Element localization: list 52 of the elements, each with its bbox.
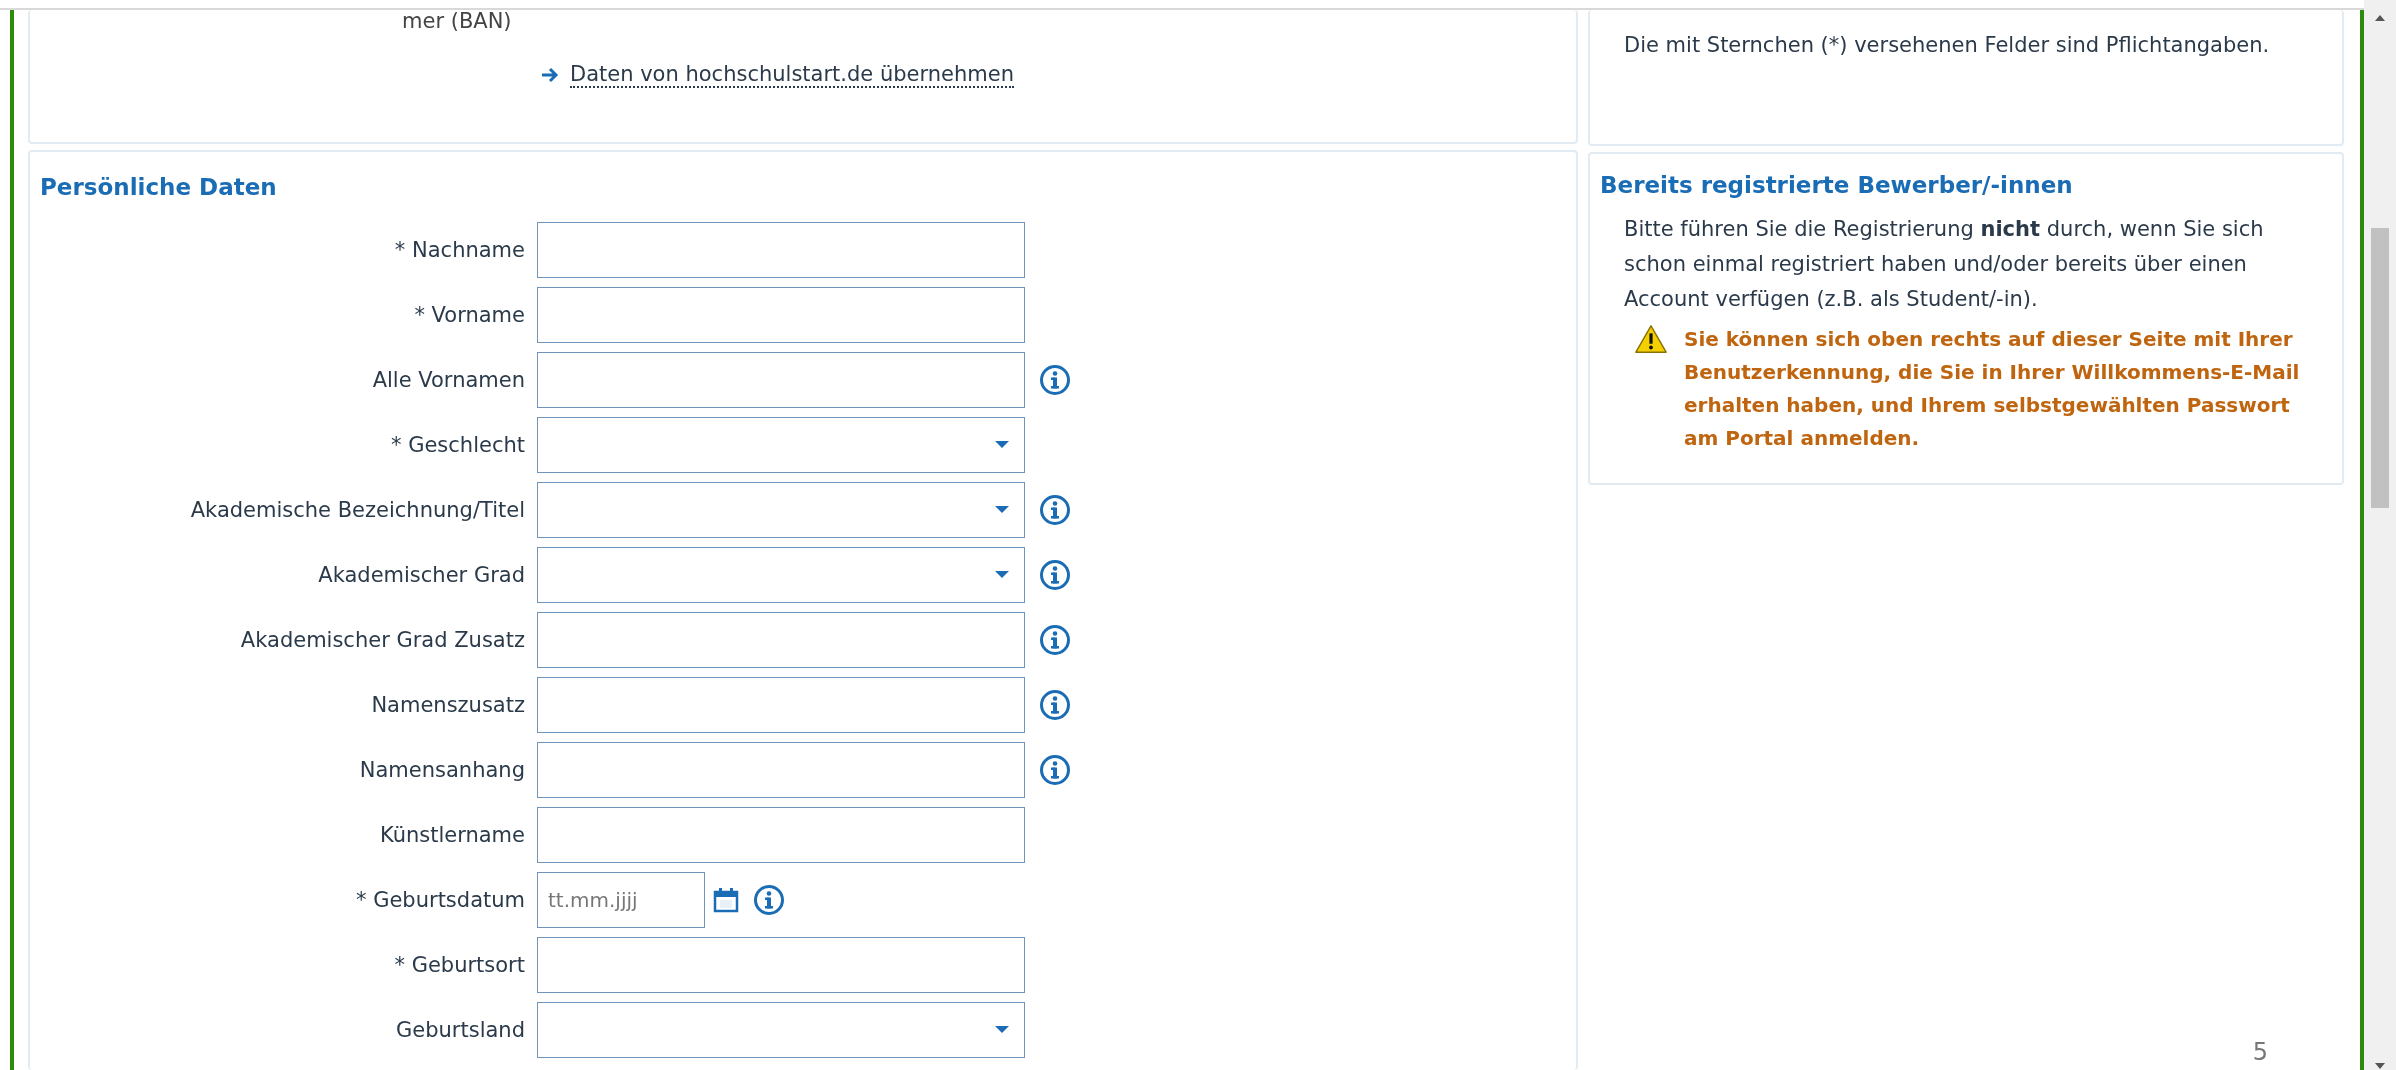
scrollbar-thumb[interactable] — [2371, 228, 2389, 508]
dropdown[interactable] — [537, 417, 1025, 473]
date-input[interactable]: tt.mm.jjjj — [537, 872, 705, 928]
caret-icon — [994, 505, 1010, 515]
text-input[interactable] — [537, 807, 1025, 863]
info-paragraph: Bitte führen Sie die Registrierung nicht durch, wenn Sie sich schon einmal registriert haben und/oder bereits über einen Account verfügen (z.B. als Student/-in). — [1623, 216, 2265, 313]
field-label: mer (BAN) — [401, 10, 513, 32]
info-icon[interactable] — [1039, 494, 1071, 526]
dropdown[interactable] — [537, 482, 1025, 538]
scroll-up-icon[interactable] — [2374, 14, 2386, 22]
field-label: Akademischer Grad Zusatz — [239, 628, 525, 652]
field-label: Namensanhang — [358, 758, 525, 782]
field-label: Akademischer Grad — [317, 563, 525, 587]
section-title: Persönliche Daten — [40, 174, 278, 200]
field-label: * Geschlecht — [390, 433, 525, 457]
scrollbar[interactable] — [2364, 0, 2396, 1070]
field-label: * Vorname — [413, 303, 525, 327]
page-number: 5 — [2252, 1038, 2268, 1066]
field-label: Namenszusatz — [370, 693, 525, 717]
info-icon[interactable] — [1039, 754, 1071, 786]
field-label: * Geburtsdatum — [355, 888, 525, 912]
scroll-down-icon[interactable] — [2374, 1062, 2386, 1070]
text-input[interactable] — [537, 287, 1025, 343]
text-input[interactable] — [537, 677, 1025, 733]
text-input[interactable] — [537, 222, 1025, 278]
field-label: * Geburtsort — [393, 953, 525, 977]
dropdown[interactable] — [537, 547, 1025, 603]
info-icon[interactable] — [1039, 689, 1071, 721]
dropdown[interactable] — [537, 1002, 1025, 1058]
field-label: Geburtsland — [395, 1018, 525, 1042]
field-label: Akademische Bezeichnung/Titel — [189, 498, 525, 522]
info-icon[interactable] — [1039, 624, 1071, 656]
caret-icon — [994, 1025, 1010, 1035]
calendar-icon[interactable] — [713, 887, 739, 913]
import-data-link[interactable]: Daten von hochschulstart.de übernehmen — [570, 62, 1014, 88]
info-icon[interactable] — [1039, 559, 1071, 591]
section-title: Bereits registrierte Bewerber/-innen — [1600, 172, 2074, 198]
caret-icon — [994, 440, 1010, 450]
caret-icon — [994, 570, 1010, 580]
info-icon[interactable] — [753, 884, 785, 916]
warning-text: Sie können sich oben rechts auf dieser Seite mit Ihrer Benutzerkennung, die Sie in Ihrer Willkommens-E-Mail erhalten haben, und Ihrem selbstgewählten Passwort am Portal anmelden. — [1684, 326, 2301, 452]
text-input[interactable] — [537, 352, 1025, 408]
text-input[interactable] — [537, 742, 1025, 798]
info-icon[interactable] — [1039, 364, 1071, 396]
arrow-right-icon — [540, 65, 560, 85]
notice-text: Die mit Sternchen (*) versehenen Felder sind Pflichtangaben. — [1624, 32, 2271, 59]
field-label: Alle Vornamen — [371, 368, 525, 392]
field-label: * Nachname — [393, 238, 525, 262]
text-input[interactable] — [537, 937, 1025, 993]
field-label: Künstlername — [378, 823, 525, 847]
warning-icon — [1634, 323, 1668, 355]
text-input[interactable] — [537, 612, 1025, 668]
